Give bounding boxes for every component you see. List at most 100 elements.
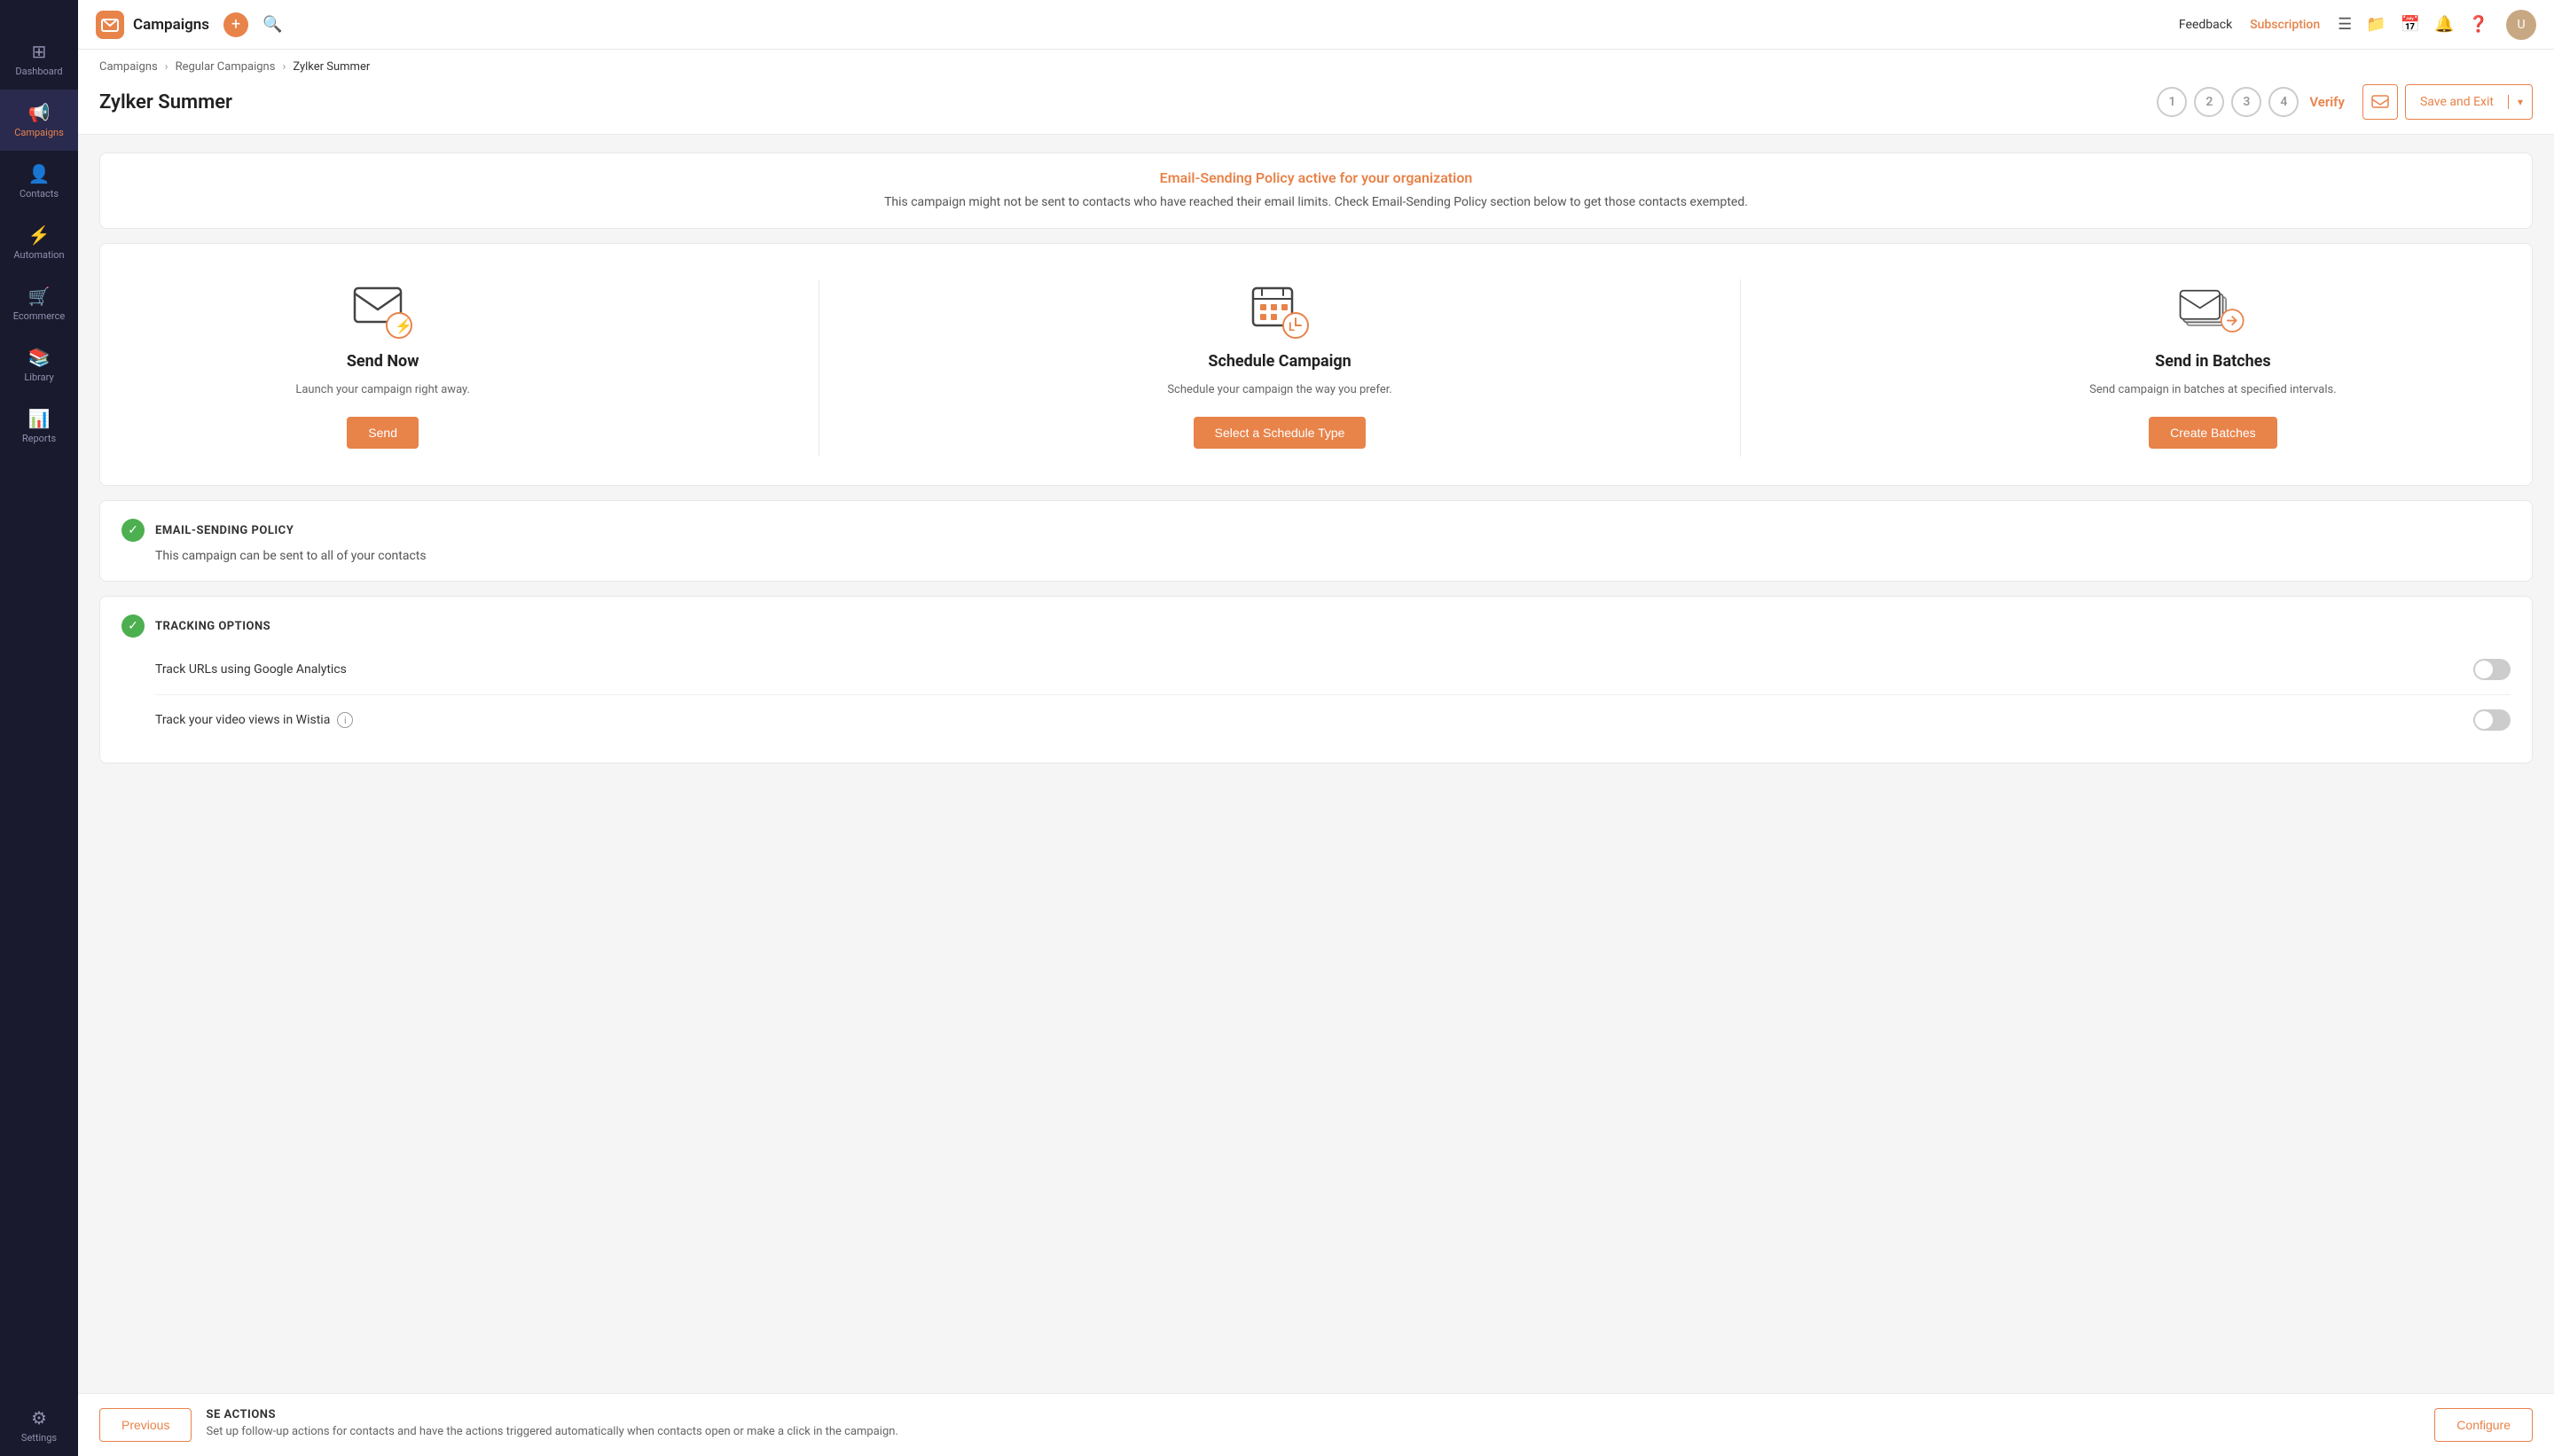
subscription-link[interactable]: Subscription (2250, 18, 2320, 32)
search-button[interactable]: 🔍 (262, 15, 282, 34)
alert-text: This campaign might not be sent to conta… (121, 193, 2511, 212)
step-1[interactable]: 1 (2157, 87, 2187, 117)
save-exit-label: Save and Exit (2406, 95, 2509, 109)
page: Campaigns › Regular Campaigns › Zylker S… (78, 50, 2554, 1456)
divider-2 (1740, 279, 1741, 457)
sidebar-item-settings[interactable]: ⚙ Settings (0, 1395, 78, 1456)
library-icon: 📚 (28, 347, 51, 368)
sidebar-item-library[interactable]: 📚 Library (0, 334, 78, 395)
send-now-option: ⚡ Send Now Launch your campaign right aw… (295, 279, 470, 449)
schedule-campaign-option: L Schedule Campaign Schedule your campai… (1167, 279, 1391, 449)
tracking-title: TRACKING OPTIONS (155, 620, 270, 633)
sidebar-item-automation[interactable]: ⚡ Automation (0, 212, 78, 273)
email-policy-header: ✓ EMAIL-SENDING POLICY (121, 519, 2511, 542)
breadcrumb-sep-1: › (165, 60, 168, 74)
tracking-wistia-toggle[interactable] (2473, 709, 2511, 731)
topbar-icons: ☰ 📁 📅 🔔 ❓ (2338, 15, 2488, 34)
breadcrumb-campaigns[interactable]: Campaigns (99, 60, 158, 74)
email-policy-title: EMAIL-SENDING POLICY (155, 524, 294, 537)
configure-button[interactable]: Configure (2434, 1408, 2533, 1442)
sidebar-bottom: ⚙ Settings (0, 1395, 78, 1456)
reports-icon: 📊 (28, 408, 51, 429)
response-section-title: SE ACTIONS (206, 1408, 2434, 1421)
settings-icon: ⚙ (31, 1407, 47, 1429)
logo-icon (96, 11, 124, 39)
step-verify[interactable]: Verify (2306, 87, 2348, 117)
page-title: Zylker Summer (99, 91, 232, 114)
calendar-icon[interactable]: 📅 (2401, 15, 2420, 34)
response-section-desc: Set up follow-up actions for contacts an… (206, 1425, 2434, 1438)
tracking-google-analytics-row: Track URLs using Google Analytics (155, 645, 2511, 695)
sidebar-item-reports[interactable]: 📊 Reports (0, 395, 78, 457)
breadcrumb: Campaigns › Regular Campaigns › Zylker S… (99, 60, 2533, 74)
email-policy-card: ✓ EMAIL-SENDING POLICY This campaign can… (99, 500, 2533, 582)
step-3[interactable]: 3 (2231, 87, 2261, 117)
stepper: 1 2 3 4 Verify (2157, 87, 2348, 117)
send-now-icon: ⚡ (348, 279, 419, 341)
response-actions-section: SE ACTIONS Set up follow-up actions for … (206, 1408, 2434, 1438)
check-circle-tracking: ✓ (121, 614, 145, 638)
tracking-options-card: ✓ TRACKING OPTIONS Track URLs using Goog… (99, 596, 2533, 763)
avatar-initials: U (2517, 18, 2525, 32)
breadcrumb-sep-2: › (282, 60, 286, 74)
automation-icon: ⚡ (28, 224, 51, 246)
send-in-batches-desc: Send campaign in batches at specified in… (2089, 381, 2337, 399)
app-name: Campaigns (133, 16, 209, 34)
sidebar-item-campaigns[interactable]: 📢 Campaigns (0, 90, 78, 151)
tracking-header: ✓ TRACKING OPTIONS (121, 614, 2511, 638)
save-exit-dropdown-icon[interactable]: ▾ (2509, 96, 2532, 108)
app-logo: Campaigns (96, 11, 209, 39)
previous-button[interactable]: Previous (99, 1408, 192, 1442)
header-actions: Save and Exit ▾ (2362, 84, 2533, 120)
add-button[interactable]: + (223, 12, 248, 37)
alert-banner: Email-Sending Policy active for your org… (99, 153, 2533, 229)
wistia-info-icon[interactable]: i (337, 712, 353, 728)
send-in-batches-icon (2177, 279, 2248, 341)
breadcrumb-regular[interactable]: Regular Campaigns (176, 60, 276, 74)
step-4[interactable]: 4 (2268, 87, 2299, 117)
list-icon[interactable]: ☰ (2338, 15, 2352, 34)
tracking-google-analytics-toggle[interactable] (2473, 659, 2511, 680)
sidebar-logo-area (0, 0, 78, 28)
send-now-desc: Launch your campaign right away. (295, 381, 470, 399)
bell-icon[interactable]: 🔔 (2434, 15, 2454, 34)
svg-text:⚡: ⚡ (395, 317, 412, 334)
contacts-icon: 👤 (28, 163, 51, 184)
send-now-button[interactable]: Send (347, 417, 419, 449)
tracking-wistia-label: Track your video views in Wistia i (155, 712, 2459, 728)
send-options-card: ⚡ Send Now Launch your campaign right aw… (99, 243, 2533, 486)
sidebar-item-label: Campaigns (14, 127, 64, 138)
svg-text:L: L (1289, 321, 1295, 334)
campaigns-icon: 📢 (28, 102, 51, 123)
email-policy-text: This campaign can be sent to all of your… (155, 549, 2511, 563)
ecommerce-icon: 🛒 (28, 286, 51, 307)
sidebar-item-ecommerce[interactable]: 🛒 Ecommerce (0, 273, 78, 334)
feedback-link[interactable]: Feedback (2179, 18, 2232, 32)
check-circle-policy: ✓ (121, 519, 145, 542)
sidebar-item-label: Automation (13, 249, 64, 261)
subheader: Campaigns › Regular Campaigns › Zylker S… (78, 50, 2554, 135)
sidebar: ⊞ Dashboard 📢 Campaigns 👤 Contacts ⚡ Aut… (0, 0, 78, 1456)
select-schedule-type-button[interactable]: Select a Schedule Type (1194, 417, 1367, 449)
folder-icon[interactable]: 📁 (2366, 15, 2386, 34)
step-2[interactable]: 2 (2194, 87, 2224, 117)
tracking-google-analytics-label: Track URLs using Google Analytics (155, 662, 2459, 677)
main-content: Campaigns + 🔍 Feedback Subscription ☰ 📁 … (78, 0, 2554, 1456)
help-icon[interactable]: ❓ (2469, 15, 2488, 34)
sidebar-item-dashboard[interactable]: ⊞ Dashboard (0, 28, 78, 90)
schedule-campaign-icon: L (1244, 279, 1315, 341)
topbar-right: Feedback Subscription ☰ 📁 📅 🔔 ❓ U (2179, 10, 2536, 40)
page-title-row: Zylker Summer 1 2 3 4 Verify (99, 84, 2533, 120)
create-batches-button[interactable]: Create Batches (2149, 417, 2277, 449)
bottom-bar: Previous SE ACTIONS Set up follow-up act… (78, 1393, 2554, 1456)
sidebar-item-label: Contacts (20, 188, 59, 200)
avatar[interactable]: U (2506, 10, 2536, 40)
sidebar-item-contacts[interactable]: 👤 Contacts (0, 151, 78, 212)
save-exit-button[interactable]: Save and Exit ▾ (2405, 84, 2533, 120)
alert-title: Email-Sending Policy active for your org… (121, 169, 2511, 186)
tracking-wistia-row: Track your video views in Wistia i (155, 695, 2511, 745)
send-now-title: Send Now (347, 352, 419, 371)
sidebar-item-label: Dashboard (15, 66, 62, 77)
send-in-batches-option: Send in Batches Send campaign in batches… (2089, 279, 2337, 449)
preview-button[interactable] (2362, 84, 2398, 120)
